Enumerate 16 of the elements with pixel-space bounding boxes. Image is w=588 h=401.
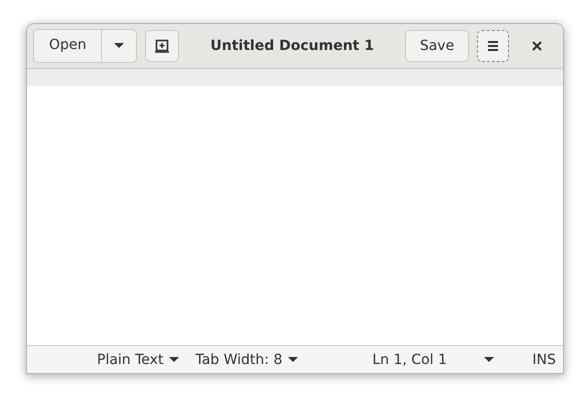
window-title: Untitled Document 1 xyxy=(209,38,375,54)
close-icon xyxy=(532,41,542,51)
menu-button[interactable] xyxy=(477,30,509,62)
new-tab-button[interactable] xyxy=(145,30,180,62)
caret-icon xyxy=(169,357,180,362)
tab-width-selector[interactable]: Tab Width: 8 xyxy=(189,346,304,372)
cursor-position-button[interactable]: Ln 1, Col 1 xyxy=(366,346,500,372)
caret-icon xyxy=(288,357,298,362)
caret-icon xyxy=(114,42,124,48)
language-selector[interactable]: Plain Text xyxy=(91,346,186,372)
new-document-icon xyxy=(155,39,170,53)
menu-icon xyxy=(487,41,499,51)
caret-icon xyxy=(484,357,494,362)
open-button[interactable]: Open xyxy=(34,30,102,60)
save-button[interactable]: Save xyxy=(405,30,469,62)
insert-mode-indicator: INS xyxy=(532,352,556,368)
